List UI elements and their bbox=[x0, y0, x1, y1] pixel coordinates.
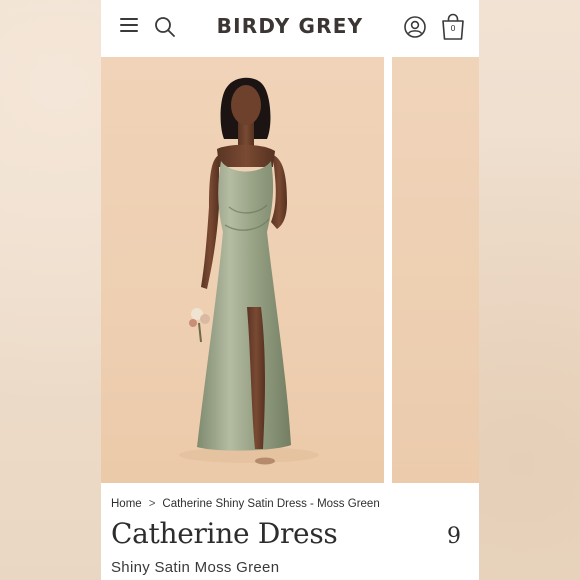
cart-count: 0 bbox=[450, 24, 456, 33]
breadcrumb-current: Catherine Shiny Satin Dress - Moss Green bbox=[162, 498, 380, 510]
product-price: 9 bbox=[447, 524, 461, 549]
account-icon[interactable] bbox=[403, 15, 427, 39]
site-header: BIRDY GREY 0 bbox=[101, 0, 479, 55]
breadcrumb: Home > Catherine Shiny Satin Dress - Moss … bbox=[111, 498, 380, 510]
product-subtitle: Shiny Satin Moss Green bbox=[111, 559, 280, 576]
product-image-next[interactable] bbox=[392, 57, 479, 483]
breadcrumb-separator: > bbox=[148, 498, 156, 510]
model-dress-photo bbox=[179, 77, 319, 465]
breadcrumb-home-link[interactable]: Home bbox=[111, 498, 142, 510]
cart-button[interactable]: 0 bbox=[440, 13, 466, 41]
product-gallery[interactable] bbox=[101, 57, 479, 483]
product-image-main[interactable] bbox=[101, 57, 384, 483]
product-title: Catherine Dress bbox=[111, 517, 338, 550]
mobile-page: BIRDY GREY 0 Home > Catherine Shiny Sati… bbox=[101, 0, 479, 580]
